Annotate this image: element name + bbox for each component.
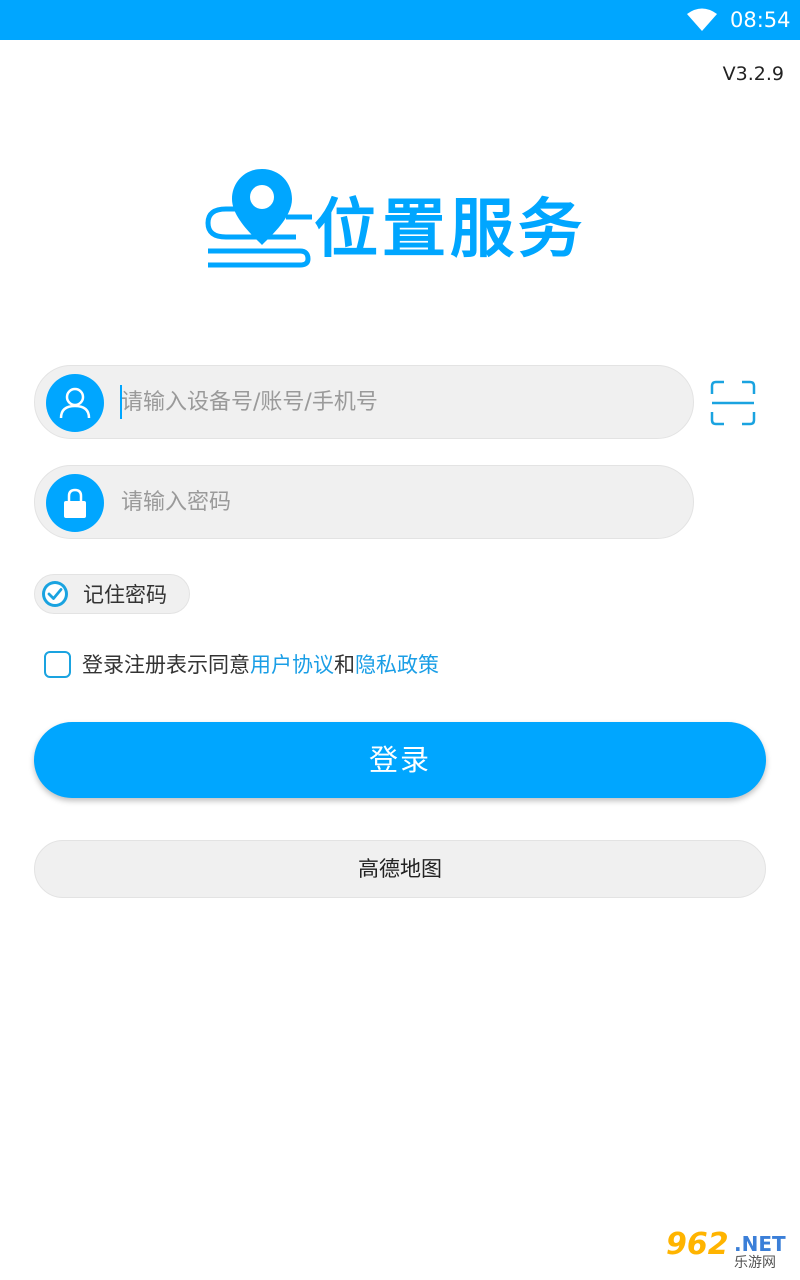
password-input[interactable] [121,480,681,524]
site-watermark: 962 .NET 乐游网 [660,1228,798,1276]
privacy-policy-link[interactable]: 隐私政策 [355,653,439,677]
amap-button[interactable]: 高德地图 [34,840,766,898]
login-button[interactable]: 登录 [34,722,766,798]
password-field[interactable] [34,465,694,539]
watermark-subtitle: 乐游网 [734,1255,776,1271]
agreement-text: 登录注册表示同意用户协议和隐私政策 [82,650,439,680]
remember-password-toggle[interactable]: 记住密码 [34,574,190,614]
watermark-suffix: .NET [734,1232,786,1256]
agreement-prefix: 登录注册表示同意 [82,653,250,677]
scan-icon[interactable] [710,380,756,426]
user-icon [46,374,104,432]
watermark-number: 962 [666,1227,729,1262]
user-agreement-link[interactable]: 用户协议 [250,653,334,677]
login-screen: 08:54 V3.2.9 位置服务 请输入设备号/账号/手机号 记住密码 登录注… [0,0,800,1280]
lock-icon [46,474,104,532]
agreement-and: 和 [334,653,355,677]
agreement-checkbox[interactable] [44,651,71,678]
app-logo-text: 位置服务 [314,193,586,267]
app-version: V3.2.9 [722,63,784,85]
text-cursor [120,385,122,419]
account-field[interactable] [34,365,694,439]
remember-password-label: 记住密码 [83,583,167,607]
wifi-icon [687,8,717,31]
status-time: 08:54 [730,8,791,32]
account-input[interactable] [121,380,681,424]
status-bar: 08:54 [0,0,800,40]
check-circle-icon [42,581,68,607]
